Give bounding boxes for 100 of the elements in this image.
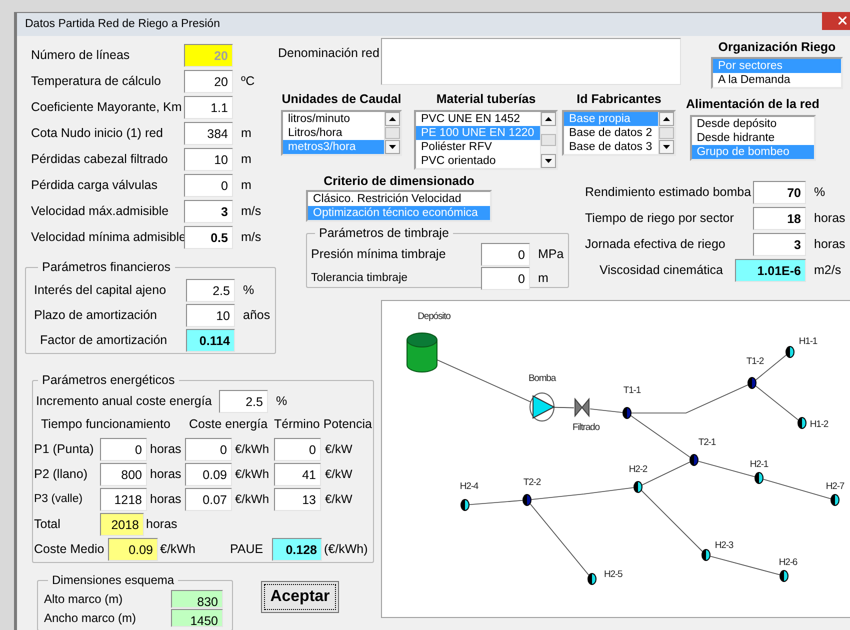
list-box[interactable]: litros/minuto Litros/hora metros3/hora — [281, 110, 402, 156]
list-item[interactable]: Desde hidrante — [692, 130, 814, 144]
list-box[interactable]: Por sectores A la Demanda — [711, 56, 843, 89]
number-field[interactable]: 41 — [274, 462, 321, 486]
arrow-down-icon — [389, 144, 396, 148]
field-label: Tiempo de riego por sector — [584, 210, 735, 228]
unit-label: ºC — [241, 72, 255, 90]
node-label: H2-3 — [714, 540, 734, 551]
text-field[interactable] — [381, 38, 681, 85]
field-label: Número de líneas — [31, 46, 131, 64]
number-field[interactable]: 1218 — [100, 488, 147, 511]
number-field[interactable]: 800 — [100, 462, 147, 486]
unit-label: €/kWh — [234, 491, 270, 508]
number-field[interactable]: 0.5 — [184, 226, 233, 248]
number-field[interactable]: 1450 — [171, 608, 223, 626]
scroll-down-button[interactable] — [659, 140, 674, 154]
number-field[interactable]: 2.5 — [186, 278, 235, 302]
number-field[interactable]: 0 — [184, 174, 233, 196]
list-item[interactable]: litros/minuto — [283, 112, 384, 126]
list-item[interactable]: Base de datos 3 — [564, 140, 658, 154]
scroll-up-button[interactable] — [659, 112, 674, 126]
list-item[interactable]: Desde depósito — [692, 116, 814, 130]
scroll-up-button[interactable] — [385, 112, 400, 126]
unit-label: m — [241, 124, 252, 142]
number-field[interactable]: 0 — [185, 438, 232, 461]
number-field[interactable]: 0.09 — [108, 538, 158, 562]
unit-label: % — [276, 392, 288, 410]
node-label: H2-7 — [826, 481, 844, 492]
pipe-line — [640, 490, 704, 552]
number-field[interactable]: 20 — [184, 70, 233, 92]
list-item[interactable]: A la Demanda — [713, 72, 841, 87]
list-title: Organización Riego — [718, 39, 836, 56]
field-label: Jornada efectiva de riego — [584, 236, 726, 254]
close-button[interactable] — [822, 12, 850, 30]
list-box[interactable]: Desde depósito Desde hidrante Grupo de bombeo — [690, 114, 816, 160]
node-label: Filtrado — [572, 422, 600, 433]
node-label: H2-5 — [604, 569, 622, 580]
arrow-down-icon — [663, 144, 670, 148]
node-label: H2-4 — [460, 481, 478, 492]
window-title: Datos Partida Red de Riego a Presión — [25, 16, 220, 32]
scroll-down-button[interactable] — [385, 140, 400, 154]
node-label: T2-1 — [698, 437, 716, 448]
scroll-up-button[interactable] — [541, 112, 556, 126]
number-field[interactable]: 13 — [274, 488, 321, 511]
number-field[interactable]: 0 — [100, 438, 147, 461]
field-label: Coeficiente Mayorante, Km — [31, 98, 183, 116]
number-field[interactable]: 0.09 — [185, 462, 232, 486]
number-field[interactable]: 2.5 — [219, 390, 268, 413]
field-label: Pérdida carga válvulas — [31, 176, 158, 194]
number-field[interactable]: 830 — [171, 590, 223, 608]
number-field[interactable]: 1.1 — [184, 96, 233, 118]
list-box[interactable]: Clásico. Restrición Velocidad Optimización técnico económica — [306, 190, 492, 222]
number-field[interactable]: 1.01E-6 — [735, 259, 806, 282]
scroll-down-button[interactable] — [541, 154, 556, 168]
list-item[interactable]: PVC orientado — [416, 154, 540, 168]
field-label: Temperatura de cálculo — [31, 72, 162, 90]
field-label: Alto marco (m) — [44, 590, 124, 608]
field-label: Velocidad mínima admisible — [31, 228, 184, 246]
list-box[interactable]: Base propia Base de datos 2 Base de datos 3 — [562, 110, 676, 156]
list-item[interactable]: PVC UNE EN 1452 — [416, 112, 540, 126]
unit-label: €/kW — [324, 466, 352, 484]
number-field[interactable]: 0 — [481, 267, 530, 290]
unit-label: horas — [145, 516, 178, 533]
number-field[interactable]: 0.07 — [185, 488, 232, 511]
number-field[interactable]: 0.114 — [186, 328, 235, 352]
number-field[interactable]: 384 — [184, 122, 233, 144]
scrollbar-thumb[interactable] — [659, 126, 674, 138]
arrow-up-icon — [663, 116, 670, 120]
list-item[interactable]: Poliéster RFV — [416, 140, 540, 154]
field-label: Cota Nudo inicio (1) red — [31, 124, 164, 142]
list-item[interactable]: Clásico. Restrición Velocidad — [308, 192, 490, 206]
scrollbar-thumb[interactable] — [541, 134, 556, 146]
field-label: Velocidad máx.admisible — [31, 202, 170, 220]
scrollbar-thumb[interactable] — [385, 126, 400, 138]
unit-label: % — [814, 184, 826, 202]
number-field[interactable]: 3 — [184, 200, 233, 222]
number-field[interactable]: 10 — [184, 148, 233, 170]
pipe-line — [755, 385, 799, 421]
number-field[interactable]: 0 — [274, 438, 321, 461]
unit-label: €/kW — [324, 491, 352, 508]
list-item[interactable]: Litros/hora — [283, 126, 384, 140]
number-field[interactable]: 18 — [753, 207, 806, 230]
number-field[interactable]: 0.128 — [272, 538, 322, 562]
arrow-down-icon — [545, 158, 552, 162]
node-label: H2-6 — [778, 557, 798, 568]
column-header: Coste energía — [189, 416, 269, 434]
node-label: H1-1 — [798, 336, 818, 347]
unit-label: m — [538, 270, 548, 288]
list-item[interactable]: Base de datos 2 — [564, 126, 658, 140]
number-field[interactable]: 3 — [753, 233, 806, 256]
number-field[interactable]: 2018 — [100, 512, 144, 536]
unit-label: horas — [149, 466, 182, 483]
number-field[interactable]: 0 — [481, 243, 530, 266]
number-field[interactable]: 70 — [753, 181, 806, 204]
number-field[interactable]: 10 — [186, 304, 235, 327]
accept-button[interactable]: Aceptar — [261, 581, 339, 613]
group-title: Dimensiones esquema — [51, 572, 176, 589]
unit-label: horas — [814, 236, 846, 254]
unit-label: €/kW — [324, 441, 352, 458]
list-box[interactable]: PVC UNE EN 1452 PE 100 UNE EN 1220 Poliéster RFV PVC orientado — [414, 110, 558, 170]
